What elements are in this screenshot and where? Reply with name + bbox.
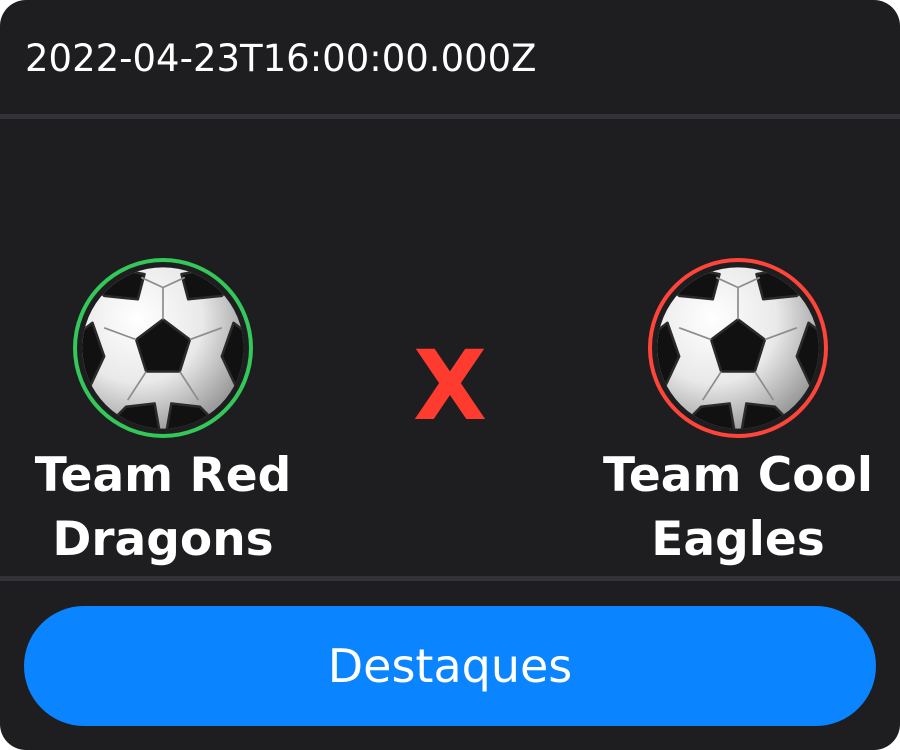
away-team-logo <box>648 258 828 438</box>
versus-x-icon: X <box>412 330 487 442</box>
home-team-name: Team Red Dragons <box>34 448 292 567</box>
header-divider <box>0 114 900 119</box>
home-team-logo <box>73 258 253 438</box>
soccer-ball-icon <box>82 267 244 429</box>
match-datetime: 2022-04-23T16:00:00.000Z <box>25 37 537 80</box>
home-team: Team Red Dragons <box>13 258 313 572</box>
highlights-button[interactable]: Destaques <box>24 606 876 726</box>
footer-divider <box>0 576 900 581</box>
away-team: Team Cool Eagles <box>588 258 888 572</box>
match-card: 2022-04-23T16:00:00.000Z Team Red Dragon… <box>0 0 900 750</box>
soccer-ball-icon <box>657 267 819 429</box>
away-team-name: Team Cool Eagles <box>603 448 873 567</box>
